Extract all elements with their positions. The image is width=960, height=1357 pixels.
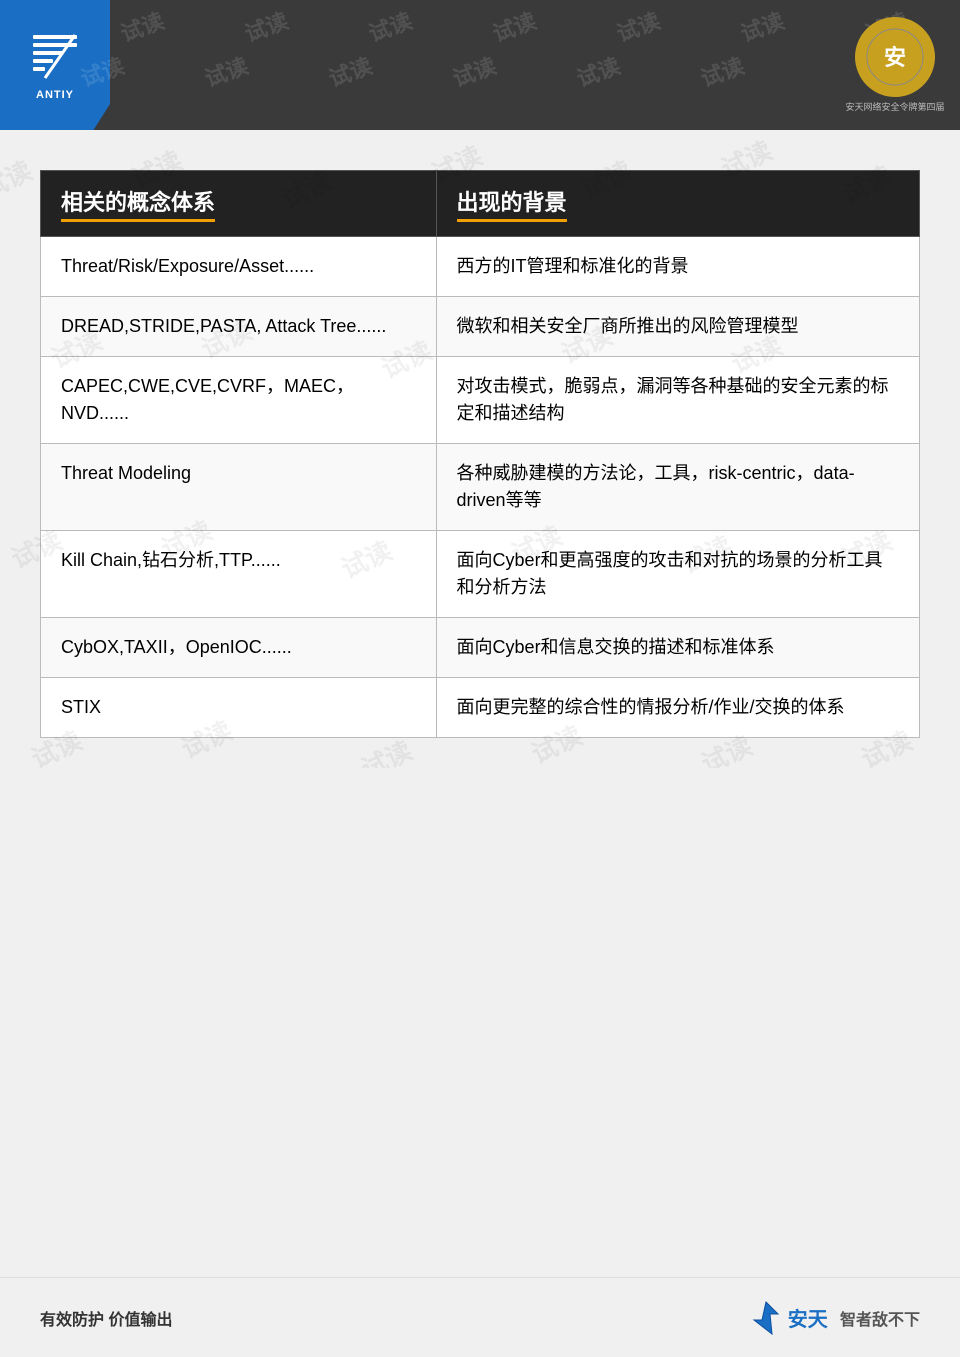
badge-subtitle: 安天网络安全令牌第四届 (845, 100, 944, 113)
table-cell-background: 微软和相关安全厂商所推出的风险管理模型 (436, 297, 919, 357)
table-cell-background: 面向更完整的综合性的情报分析/作业/交换的体系 (436, 678, 919, 738)
wm13: 试读 (696, 48, 748, 93)
wm11: 试读 (448, 48, 500, 93)
table-row: CybOX,TAXII，OpenIOC......面向Cyber和信息交换的描述… (41, 618, 920, 678)
logo-box: ANTIY (0, 0, 110, 130)
svg-text:安: 安 (884, 45, 906, 70)
table-cell-concept: Threat Modeling (41, 444, 437, 531)
table-cell-concept: CybOX,TAXII，OpenIOC...... (41, 618, 437, 678)
wm2: 试读 (240, 3, 292, 48)
table-cell-concept: CAPEC,CWE,CVE,CVRF，MAEC，NVD...... (41, 357, 437, 444)
wm5: 试读 (612, 3, 664, 48)
badge-logo-icon: 安 (865, 27, 925, 87)
table-cell-background: 各种威胁建模的方法论，工具，risk-centric，data-driven等等 (436, 444, 919, 531)
header-watermarks: 试读 试读 试读 试读 试读 试读 试读 试读 试读 试读 试读 试读 试读 (0, 0, 960, 130)
footer-brand: 安天 | 智者敌不下 (748, 1300, 920, 1336)
wm10: 试读 (324, 48, 376, 93)
footer-antiy-icon (748, 1300, 784, 1336)
wm6: 试读 (736, 3, 788, 48)
wm3: 试读 (364, 3, 416, 48)
wm1: 试读 (116, 3, 168, 48)
table-cell-background: 对攻击模式，脆弱点，漏洞等各种基础的安全元素的标定和描述结构 (436, 357, 919, 444)
table-cell-concept: DREAD,STRIDE,PASTA, Attack Tree...... (41, 297, 437, 357)
footer: 有效防护 价值输出 安天 | 智者敌不下 (0, 1277, 960, 1357)
col1-header: 相关的概念体系 (41, 171, 437, 237)
main-content: 试读 试读 试读 试读 试读 试读 试读 试读 试读 试读 试读 试读 试读 试… (0, 130, 960, 768)
table-row: Kill Chain,钻石分析,TTP......面向Cyber和更高强度的攻击… (41, 531, 920, 618)
table-cell-concept: Kill Chain,钻石分析,TTP...... (41, 531, 437, 618)
footer-brand-sub: 智者敌不下 (840, 1306, 920, 1330)
wm-main-1: 试读 (0, 151, 37, 207)
table-cell-background: 面向Cyber和更高强度的攻击和对抗的场景的分析工具和分析方法 (436, 531, 919, 618)
table-cell-concept: STIX (41, 678, 437, 738)
table-row: CAPEC,CWE,CVE,CVRF，MAEC，NVD......对攻击模式，脆… (41, 357, 920, 444)
table-row: DREAD,STRIDE,PASTA, Attack Tree......微软和… (41, 297, 920, 357)
logo-icon (25, 30, 85, 85)
footer-brand-name: 安天 (788, 1303, 828, 1332)
table-cell-background: 西方的IT管理和标准化的背景 (436, 237, 919, 297)
table-row: STIX面向更完整的综合性的情报分析/作业/交换的体系 (41, 678, 920, 738)
footer-tagline: 有效防护 价值输出 (40, 1306, 172, 1330)
wm9: 试读 (200, 48, 252, 93)
wm4: 试读 (488, 3, 540, 48)
col2-header: 出现的背景 (436, 171, 919, 237)
logo-text: ANTIY (36, 89, 74, 101)
header-bar: ANTIY 试读 试读 试读 试读 试读 试读 试读 试读 试读 试读 试读 试… (0, 0, 960, 130)
table-row: Threat/Risk/Exposure/Asset......西方的IT管理和… (41, 237, 920, 297)
wm12: 试读 (572, 48, 624, 93)
concept-table: 相关的概念体系 出现的背景 Threat/Risk/Exposure/Asset… (40, 170, 920, 738)
table-cell-concept: Threat/Risk/Exposure/Asset...... (41, 237, 437, 297)
top-right-badge: 安 安天网络安全令牌第四届 (840, 10, 950, 120)
table-row: Threat Modeling各种威胁建模的方法论，工具，risk-centri… (41, 444, 920, 531)
table-cell-background: 面向Cyber和信息交换的描述和标准体系 (436, 618, 919, 678)
footer-logo: 安天 | 智者敌不下 (748, 1300, 920, 1336)
